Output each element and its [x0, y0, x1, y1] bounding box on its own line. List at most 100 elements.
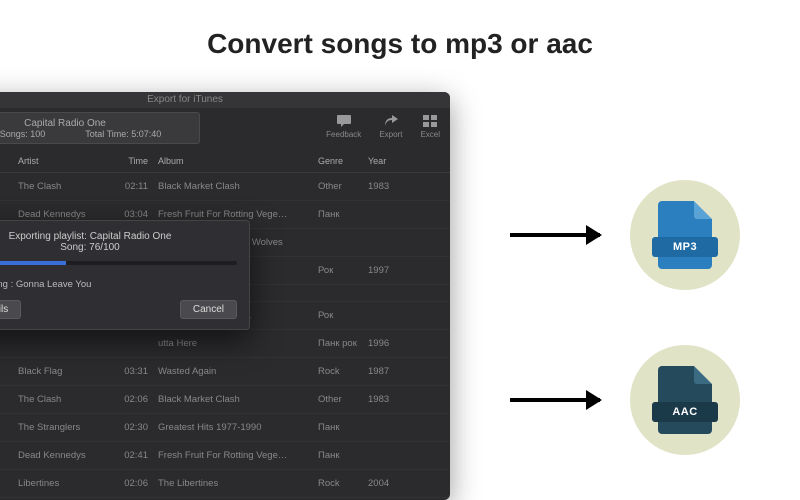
cell-year: [368, 450, 408, 461]
cell-time: 02:06: [118, 478, 158, 489]
cell-time: 03:04: [118, 209, 158, 220]
cell-genre: Other: [318, 394, 368, 405]
cell-genre: [318, 237, 368, 248]
cell-year: [368, 422, 408, 433]
cell-time: 02:06: [118, 394, 158, 405]
cell-genre: Rock: [318, 366, 368, 377]
cell-title: [0, 338, 18, 349]
cell-time: [118, 338, 158, 349]
cell-title: k To Fuck: [0, 450, 18, 461]
cell-genre: Панк: [318, 450, 368, 461]
cell-album: Greatest Hits 1977-1990: [158, 422, 318, 433]
col-year[interactable]: Year: [368, 156, 408, 166]
cell-artist: The Clash: [18, 181, 118, 192]
cell-album: Wasted Again: [158, 366, 318, 377]
arrow-icon: [510, 398, 600, 402]
table-row[interactable]: The Clash02:06Black Market ClashOther198…: [0, 386, 450, 414]
cell-year: 2004: [368, 478, 408, 489]
dialog-title: Exporting playlist: Capital Radio One: [0, 231, 237, 242]
export-button[interactable]: Export: [379, 114, 402, 139]
mp3-format-badge: MP3: [630, 180, 740, 290]
cell-album: Fresh Fruit For Rotting Vege…: [158, 450, 318, 461]
aac-label: AAC: [652, 402, 718, 422]
table-row[interactable]: Black Flag03:31Wasted AgainRock1987: [0, 358, 450, 386]
cell-artist: [18, 338, 118, 349]
export-label: Export: [379, 130, 402, 139]
marketing-headline: Convert songs to mp3 or aac: [0, 28, 800, 60]
col-time[interactable]: Time: [118, 156, 158, 166]
cell-time: 02:41: [118, 450, 158, 461]
mp3-label: MP3: [652, 237, 718, 257]
cell-artist: The Clash: [18, 394, 118, 405]
table-row[interactable]: k To FuckDead Kennedys02:41Fresh Fruit F…: [0, 442, 450, 470]
cell-artist: Dead Kennedys: [18, 450, 118, 461]
playlist-songs-count: Playlist Songs: 100: [0, 129, 45, 139]
cell-title: [0, 478, 18, 489]
table-row[interactable]: adio OneThe Clash02:11Black Market Clash…: [0, 173, 450, 201]
cell-genre: Рок: [318, 265, 368, 276]
playlist-total-time: Total Time: 5:07:40: [85, 129, 161, 139]
share-arrow-icon: [382, 114, 400, 128]
col-title[interactable]: Title: [0, 156, 18, 166]
cell-title: [0, 394, 18, 405]
feedback-label: Feedback: [326, 130, 361, 139]
cell-genre: Панк: [318, 422, 368, 433]
cell-title: adio One: [0, 181, 18, 192]
cell-album: Black Market Clash: [158, 181, 318, 192]
cell-genre: Rock: [318, 478, 368, 489]
cell-album: The Libertines: [158, 478, 318, 489]
cancel-button[interactable]: Cancel: [180, 300, 237, 319]
cell-year: 1987: [368, 366, 408, 377]
aac-format-badge: AAC: [630, 345, 740, 455]
arrow-icon: [510, 233, 600, 237]
cell-year: 1983: [368, 181, 408, 192]
cell-year: 1996: [368, 338, 408, 349]
app-window: Export for iTunes Capital Radio One Play…: [0, 92, 450, 500]
cell-genre: Рок: [318, 310, 368, 321]
export-progress-dialog: Exporting playlist: Capital Radio One So…: [0, 220, 250, 330]
window-title: Export for iTunes: [0, 92, 450, 108]
cell-time: 03:31: [118, 366, 158, 377]
cell-album: Black Market Clash: [158, 394, 318, 405]
cell-title: oor: [0, 209, 18, 220]
cell-year: [368, 310, 408, 321]
excel-button[interactable]: Excel: [420, 114, 440, 139]
cell-album: Fresh Fruit For Rotting Vege…: [158, 209, 318, 220]
col-genre[interactable]: Genre: [318, 156, 368, 166]
toolbar: Feedback Export Excel: [326, 114, 440, 139]
page-fold-icon: [694, 366, 712, 384]
grid-icon: [421, 114, 439, 128]
progress-bar: [0, 261, 237, 265]
dialog-subtitle: Song: 76/100: [0, 242, 237, 253]
hide-details-button[interactable]: Hide details: [0, 300, 21, 319]
cell-year: [368, 209, 408, 220]
cell-year: 1983: [368, 394, 408, 405]
cell-time: 02:30: [118, 422, 158, 433]
table-row[interactable]: utta HereПанк рок1996: [0, 330, 450, 358]
file-icon: AAC: [658, 366, 712, 434]
cell-album: utta Here: [158, 338, 318, 349]
file-icon: MP3: [658, 201, 712, 269]
col-album[interactable]: Album: [158, 156, 318, 166]
excel-label: Excel: [420, 130, 440, 139]
cell-genre: Панк: [318, 209, 368, 220]
cell-artist: The Stranglers: [18, 422, 118, 433]
cell-artist: Libertines: [18, 478, 118, 489]
cell-year: 1997: [368, 265, 408, 276]
col-artist[interactable]: Artist: [18, 156, 118, 166]
converting-status: Converting : Gonna Leave You: [0, 279, 91, 290]
cell-genre: Other: [318, 181, 368, 192]
table-row[interactable]: The Stranglers02:30Greatest Hits 1977-19…: [0, 414, 450, 442]
cell-artist: Dead Kennedys: [18, 209, 118, 220]
speech-bubble-icon: [335, 114, 353, 128]
cell-title: [0, 366, 18, 377]
cell-year: [368, 237, 408, 248]
playlist-summary: Capital Radio One Playlist Songs: 100 To…: [0, 112, 200, 144]
feedback-button[interactable]: Feedback: [326, 114, 361, 139]
page-fold-icon: [694, 201, 712, 219]
cell-genre: Панк рок: [318, 338, 368, 349]
cell-title: [0, 422, 18, 433]
table-row[interactable]: Libertines02:06The LibertinesRock2004: [0, 470, 450, 498]
progress-fill: [0, 261, 66, 265]
cell-time: 02:11: [118, 181, 158, 192]
